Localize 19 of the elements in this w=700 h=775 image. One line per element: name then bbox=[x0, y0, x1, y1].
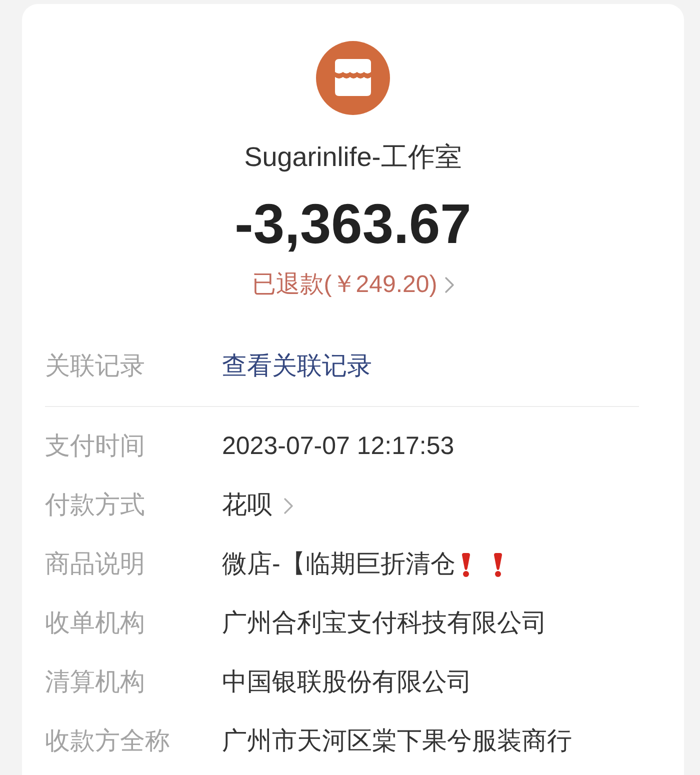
chevron-icon bbox=[284, 498, 293, 514]
field-label: 清算机构 bbox=[45, 668, 146, 697]
field-label: 付款方式 bbox=[45, 491, 146, 520]
field-value: 2023-07-07 12:17:53 bbox=[222, 432, 454, 461]
merchant-name: Sugarinlife-工作室 bbox=[244, 141, 462, 173]
payment-method-button[interactable]: 花呗 bbox=[222, 491, 293, 520]
field-label: 商品说明 bbox=[45, 550, 146, 579]
refund-link[interactable]: 已退款(￥249.20) bbox=[252, 270, 454, 300]
field-label: 支付时间 bbox=[45, 432, 146, 461]
field-label: 收单机构 bbox=[45, 609, 146, 638]
field-label: 关联记录 bbox=[45, 352, 146, 381]
field-value: 微店-【临期巨折清仓 bbox=[222, 550, 456, 579]
field-label: 收款方全称 bbox=[45, 727, 171, 756]
field-value: 中国银联股份有限公司 bbox=[222, 668, 472, 697]
store-icon bbox=[316, 41, 390, 115]
related-records-link[interactable]: 查看关联记录 bbox=[222, 352, 372, 381]
amount-text: -3,363.67 bbox=[234, 192, 472, 256]
field-value: 广州合利宝支付科技有限公司 bbox=[222, 609, 547, 638]
field-value: 广州市天河区棠下果兮服装商行 bbox=[222, 727, 572, 756]
